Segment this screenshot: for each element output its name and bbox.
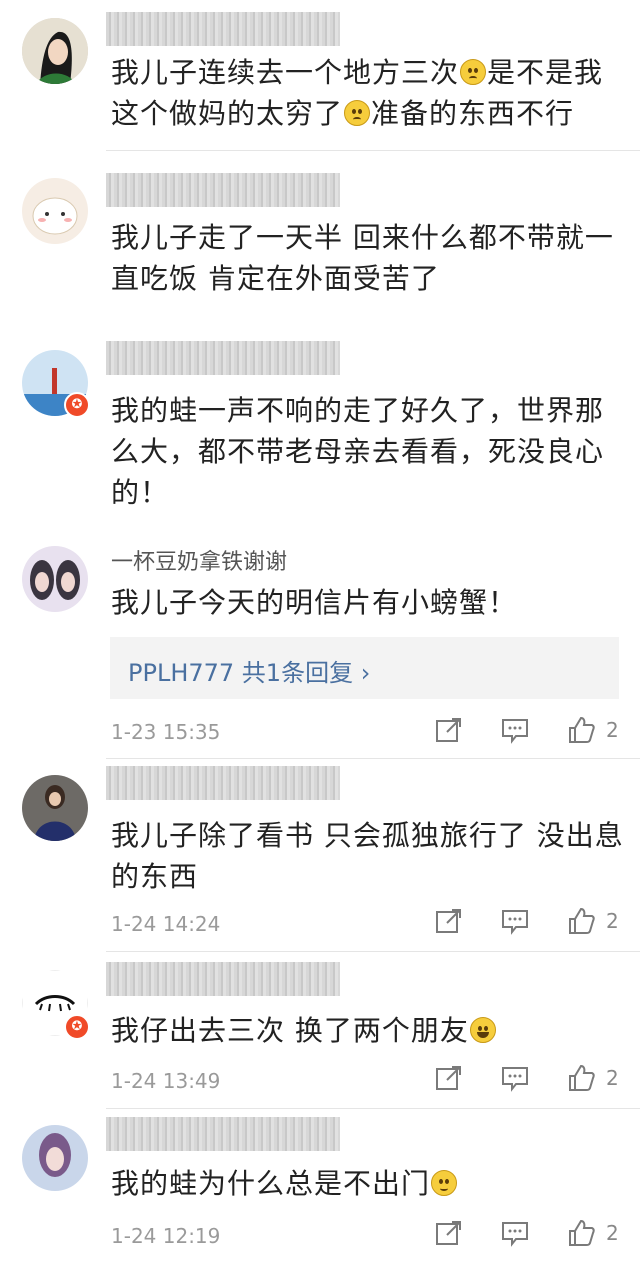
avatar[interactable]	[22, 1125, 88, 1191]
username-blurred	[106, 766, 340, 800]
action-bar: 2	[430, 906, 630, 940]
like-icon[interactable]	[566, 1063, 596, 1093]
verified-badge-icon: ✪	[64, 1014, 90, 1040]
comment-item: 我儿子连续去一个地方三次 是不是我这个做妈的太穷了 准备的东西不行	[0, 0, 640, 150]
comment-text: 我儿子今天的明信片有小螃蟹！	[111, 586, 518, 619]
comment-text: 我的蛙一声不响的走了好久了，世界那么大，都不带老母亲去看看，死没良心的！	[111, 394, 605, 509]
comment-text: 我儿子走了一天半 回来什么都不带就一直吃饭 肯定在外面受苦了	[111, 221, 614, 295]
comment-text: 我儿子连续去一个地方三次 是不是我这个做妈的太穷了 准备的东西不行	[111, 56, 604, 130]
avatar[interactable]	[22, 18, 88, 84]
reply-preview[interactable]: PPLH777 共1条回复 ›	[110, 637, 619, 699]
timestamp: 1-24 13:49	[111, 1069, 221, 1093]
share-icon[interactable]	[434, 1063, 464, 1093]
verified-badge-icon: ✪	[64, 392, 90, 418]
avatar[interactable]	[22, 178, 88, 244]
comment-item: 一杯豆奶拿铁谢谢 我儿子今天的明信片有小螃蟹！ PPLH777 共1条回复 › …	[0, 530, 640, 758]
like-count: 2	[606, 1221, 619, 1245]
like-count: 2	[606, 718, 619, 742]
like-icon[interactable]	[566, 1218, 596, 1248]
comment-icon[interactable]	[500, 1218, 530, 1248]
comment-text: 我儿子除了看书 只会孤独旅行了 没出息的东西	[111, 819, 624, 893]
username[interactable]: 一杯豆奶拿铁谢谢	[111, 544, 287, 576]
username-blurred	[106, 341, 340, 375]
comment-icon[interactable]	[500, 1063, 530, 1093]
like-count: 2	[606, 909, 619, 933]
smile-emoji-icon	[431, 1170, 458, 1196]
avatar[interactable]	[22, 775, 88, 841]
sad-emoji-icon	[460, 59, 487, 85]
timestamp: 1-24 14:24	[111, 912, 221, 936]
comment-icon[interactable]	[500, 715, 530, 745]
like-icon[interactable]	[566, 715, 596, 745]
comment-item: 我的蛙为什么总是不出门 1-24 12:19 2	[0, 1109, 640, 1263]
comment-item: 我儿子除了看书 只会孤独旅行了 没出息的东西 1-24 14:24 2	[0, 759, 640, 951]
comment-item: 我儿子走了一天半 回来什么都不带就一直吃饭 肯定在外面受苦了	[0, 151, 640, 321]
comment-item: ✪ 我仔出去三次 换了两个朋友 1-24 13:49 2	[0, 952, 640, 1108]
username-blurred	[106, 962, 340, 996]
timestamp: 1-24 12:19	[111, 1224, 221, 1248]
like-icon[interactable]	[566, 906, 596, 936]
username-blurred	[106, 173, 340, 207]
avatar[interactable]	[22, 546, 88, 612]
laugh-cry-emoji-icon	[469, 1017, 496, 1043]
comment-icon[interactable]	[500, 906, 530, 936]
comment-text: 我仔出去三次 换了两个朋友	[111, 1010, 626, 1051]
comment-text: 我的蛙为什么总是不出门	[111, 1163, 626, 1204]
username-blurred	[106, 12, 340, 46]
action-bar: 2	[430, 715, 630, 749]
share-icon[interactable]	[434, 715, 464, 745]
share-icon[interactable]	[434, 906, 464, 936]
comment-item: ✪ 我的蛙一声不响的走了好久了，世界那么大，都不带老母亲去看看，死没良心的！	[0, 321, 640, 521]
reply-link[interactable]: PPLH777 共1条回复 ›	[128, 653, 370, 688]
action-bar: 2	[430, 1063, 630, 1097]
action-bar: 2	[430, 1218, 630, 1252]
username-blurred	[106, 1117, 340, 1151]
sad-emoji-icon	[344, 100, 371, 126]
share-icon[interactable]	[434, 1218, 464, 1248]
like-count: 2	[606, 1066, 619, 1090]
timestamp: 1-23 15:35	[111, 720, 221, 744]
